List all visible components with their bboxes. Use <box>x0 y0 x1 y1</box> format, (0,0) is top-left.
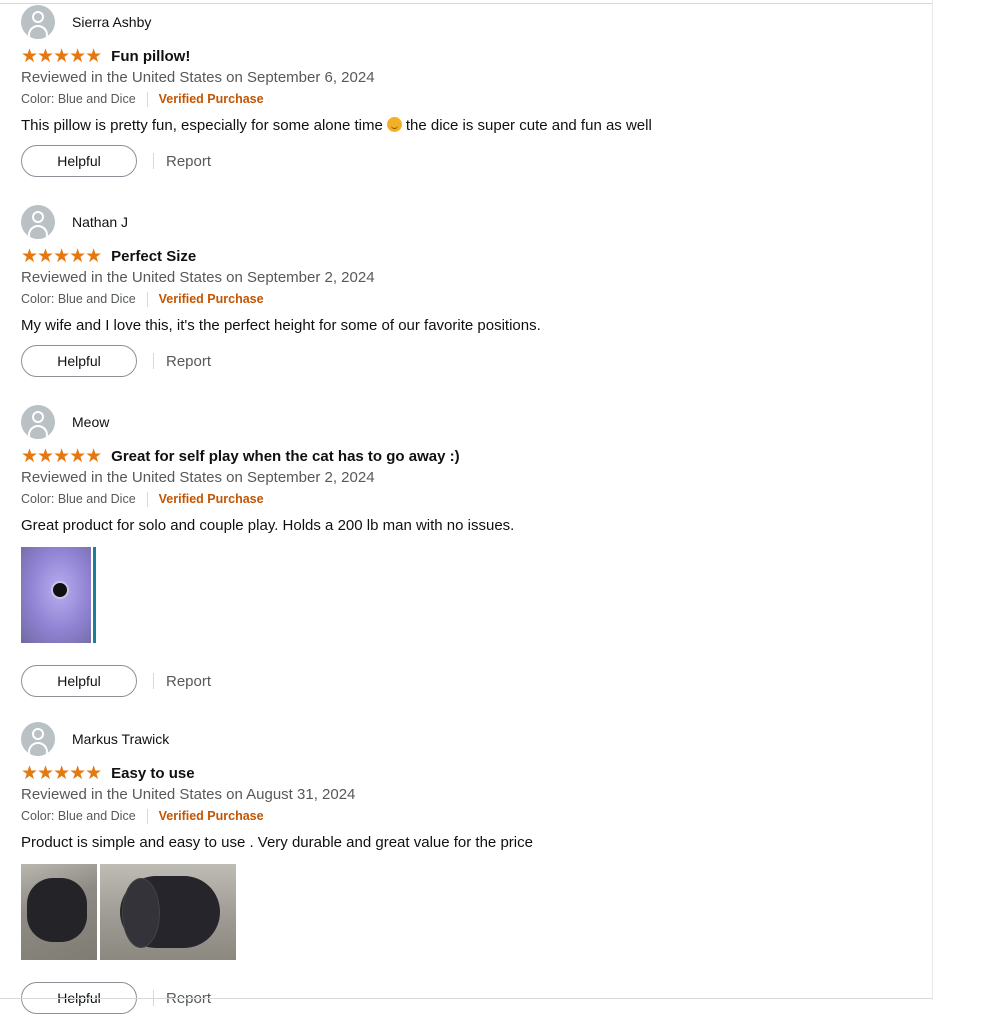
review-images <box>21 547 921 643</box>
avatar-icon <box>21 205 55 239</box>
reviewer-name: Sierra Ashby <box>72 14 152 30</box>
reviewer-name: Meow <box>72 414 110 430</box>
review-body: Product is simple and easy to use . Very… <box>21 834 533 851</box>
reviewer-profile[interactable]: Markus Trawick <box>21 721 921 757</box>
star-rating[interactable]: ★★★★★ <box>21 47 102 66</box>
pillow-shape <box>27 878 87 942</box>
review-title[interactable]: Great for self play when the cat has to … <box>111 448 459 465</box>
report-link[interactable]: Report <box>166 153 211 170</box>
meta-divider <box>146 808 148 824</box>
bottom-divider <box>0 998 932 999</box>
meta-divider <box>146 491 148 507</box>
review-body: Great product for solo and couple play. … <box>21 517 515 534</box>
review-images <box>21 864 921 960</box>
pillow-hole <box>51 581 69 599</box>
reviewer-profile[interactable]: Nathan J <box>21 204 921 240</box>
reviewer-name: Nathan J <box>72 214 129 230</box>
verified-purchase-badge: Verified Purchase <box>158 292 264 306</box>
star-rating[interactable]: ★★★★★ <box>21 764 102 783</box>
review-title[interactable]: Perfect Size <box>111 248 196 265</box>
reviewer-profile[interactable]: Meow <box>21 404 921 440</box>
avatar-icon <box>21 405 55 439</box>
helpful-button[interactable]: Helpful <box>21 145 137 177</box>
product-variant[interactable]: Color: Blue and Dice <box>21 291 136 307</box>
thumbnail-selected-indicator <box>93 547 96 643</box>
verified-purchase-badge: Verified Purchase <box>158 92 264 106</box>
review-card: Meow ★★★★★ Great for self play when the … <box>21 404 921 697</box>
review-date: Reviewed in the United States on Septemb… <box>21 69 375 86</box>
product-variant[interactable]: Color: Blue and Dice <box>21 91 136 107</box>
review-date: Reviewed in the United States on Septemb… <box>21 269 375 286</box>
helpful-button[interactable]: Helpful <box>21 665 137 697</box>
review-card: Markus Trawick ★★★★★ Easy to use Reviewe… <box>21 721 921 1014</box>
verified-purchase-badge: Verified Purchase <box>158 492 264 506</box>
product-variant[interactable]: Color: Blue and Dice <box>21 491 136 507</box>
meta-divider <box>146 91 148 107</box>
action-divider <box>153 153 154 169</box>
action-divider <box>153 673 154 689</box>
review-card: Nathan J ★★★★★ Perfect Size Reviewed in … <box>21 204 921 377</box>
review-body-text-continued: the dice is super cute and fun as well <box>405 117 652 134</box>
verified-purchase-badge: Verified Purchase <box>158 809 264 823</box>
avatar-icon <box>21 5 55 39</box>
review-date: Reviewed in the United States on August … <box>21 786 356 803</box>
review-date: Reviewed in the United States on Septemb… <box>21 469 375 486</box>
product-variant[interactable]: Color: Blue and Dice <box>21 808 136 824</box>
review-body-text: This pillow is pretty fun, especially fo… <box>21 117 383 134</box>
report-link[interactable]: Report <box>166 353 211 370</box>
report-link[interactable]: Report <box>166 673 211 690</box>
review-body: My wife and I love this, it's the perfec… <box>21 317 541 334</box>
reviewer-profile[interactable]: Sierra Ashby <box>21 4 921 40</box>
helpful-button[interactable]: Helpful <box>21 345 137 377</box>
review-image-thumbnail[interactable] <box>21 547 91 643</box>
star-rating[interactable]: ★★★★★ <box>21 247 102 266</box>
avatar-icon <box>21 722 55 756</box>
reviewer-name: Markus Trawick <box>72 731 170 747</box>
smiling-emoji-icon <box>386 117 402 132</box>
pillow-end <box>122 878 160 948</box>
review-image-thumbnail[interactable] <box>21 864 97 960</box>
review-title[interactable]: Fun pillow! <box>111 48 190 65</box>
star-rating[interactable]: ★★★★★ <box>21 447 102 466</box>
review-body: This pillow is pretty fun, especially fo… <box>21 116 921 135</box>
review-card: Sierra Ashby ★★★★★ Fun pillow! Reviewed … <box>21 4 921 177</box>
review-image-thumbnail[interactable] <box>100 864 236 960</box>
meta-divider <box>146 291 148 307</box>
review-title[interactable]: Easy to use <box>111 765 194 782</box>
action-divider <box>153 353 154 369</box>
right-divider <box>932 0 933 1000</box>
